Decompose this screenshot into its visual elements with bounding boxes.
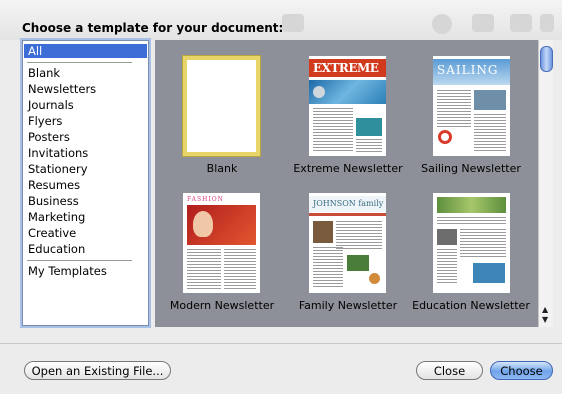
template-thumbnail-extreme-newsletter[interactable]: EXTREME — [309, 56, 386, 156]
inset-photo — [313, 221, 333, 243]
toolbar-ghost-icon — [282, 14, 304, 32]
text-column — [474, 114, 506, 152]
inset-photo — [437, 229, 457, 245]
toolbar-ghost-icon — [540, 14, 554, 32]
category-separator — [27, 62, 132, 63]
masthead-band — [437, 197, 506, 213]
template-label-modern-newsletter[interactable]: Modern Newsletter — [157, 299, 287, 312]
template-thumbnail-education-newsletter[interactable] — [433, 193, 510, 293]
template-label-sailing-newsletter[interactable]: Sailing Newsletter — [406, 162, 536, 175]
category-item-stationery[interactable]: Stationery — [27, 162, 88, 176]
inset-photo — [347, 255, 369, 271]
inset-photo — [473, 263, 505, 283]
category-item-posters[interactable]: Posters — [27, 130, 70, 144]
category-item-blank[interactable]: Blank — [27, 66, 60, 80]
round-graphic — [369, 273, 380, 284]
text-column — [460, 229, 506, 259]
text-column — [313, 108, 353, 152]
text-column — [313, 247, 343, 287]
scrollbar-thumb[interactable] — [540, 46, 553, 72]
inset-photo — [474, 90, 506, 110]
round-graphic — [313, 86, 325, 98]
category-item-journals[interactable]: Journals — [27, 98, 74, 112]
template-label-family-newsletter[interactable]: Family Newsletter — [283, 299, 413, 312]
text-column — [224, 249, 256, 289]
scroll-down-arrow-icon[interactable]: ▼ — [542, 316, 548, 324]
accent-rule — [309, 213, 386, 216]
text-column — [356, 139, 382, 153]
template-label-blank[interactable]: Blank — [157, 162, 287, 175]
category-list[interactable]: All Blank Newsletters Journals Flyers Po… — [22, 40, 149, 326]
category-item-newsletters[interactable]: Newsletters — [27, 82, 96, 96]
masthead-text: JOHNSON family — [313, 199, 384, 208]
close-button[interactable]: Close — [416, 361, 483, 380]
template-label-extreme-newsletter[interactable]: Extreme Newsletter — [283, 162, 413, 175]
text-column — [187, 249, 221, 289]
portrait-graphic — [193, 211, 213, 237]
toolbar-ghost-icon — [510, 14, 532, 32]
template-thumbnail-modern-newsletter[interactable]: FASHION — [183, 193, 260, 293]
category-item-marketing[interactable]: Marketing — [27, 210, 85, 224]
text-column — [437, 217, 506, 225]
scroll-up-arrow-icon[interactable]: ▲ — [542, 306, 548, 314]
category-item-business[interactable]: Business — [27, 194, 79, 208]
template-label-education-newsletter[interactable]: Education Newsletter — [406, 299, 536, 312]
inset-photo — [356, 118, 382, 136]
template-thumbnail-blank[interactable] — [183, 56, 260, 156]
text-column — [437, 249, 457, 285]
masthead-text: SAILING — [437, 63, 499, 77]
toolbar-ghost-icon — [472, 14, 494, 32]
category-item-resumes[interactable]: Resumes — [27, 178, 80, 192]
category-separator — [27, 260, 132, 261]
category-item-my-templates[interactable]: My Templates — [27, 264, 107, 278]
text-column — [437, 90, 471, 128]
bottom-divider — [0, 343, 562, 344]
category-item-education[interactable]: Education — [27, 242, 85, 256]
category-item-flyers[interactable]: Flyers — [27, 114, 62, 128]
masthead-text: FASHION — [187, 196, 224, 203]
open-existing-file-button[interactable]: Open an Existing File... — [24, 361, 171, 380]
dialog-prompt: Choose a template for your document: — [22, 21, 284, 35]
template-scrollbar[interactable]: ▲ ▼ — [538, 40, 553, 327]
life-ring-graphic — [438, 130, 452, 144]
category-item-creative[interactable]: Creative — [27, 226, 76, 240]
choose-button[interactable]: Choose — [490, 361, 553, 380]
template-thumbnail-family-newsletter[interactable]: JOHNSON family — [309, 193, 386, 293]
template-thumbnail-sailing-newsletter[interactable]: SAILING — [433, 56, 510, 156]
info-ghost-icon — [432, 14, 452, 34]
category-item-all[interactable]: All — [24, 44, 147, 58]
category-item-invitations[interactable]: Invitations — [27, 146, 88, 160]
masthead-text: EXTREME — [313, 61, 379, 75]
